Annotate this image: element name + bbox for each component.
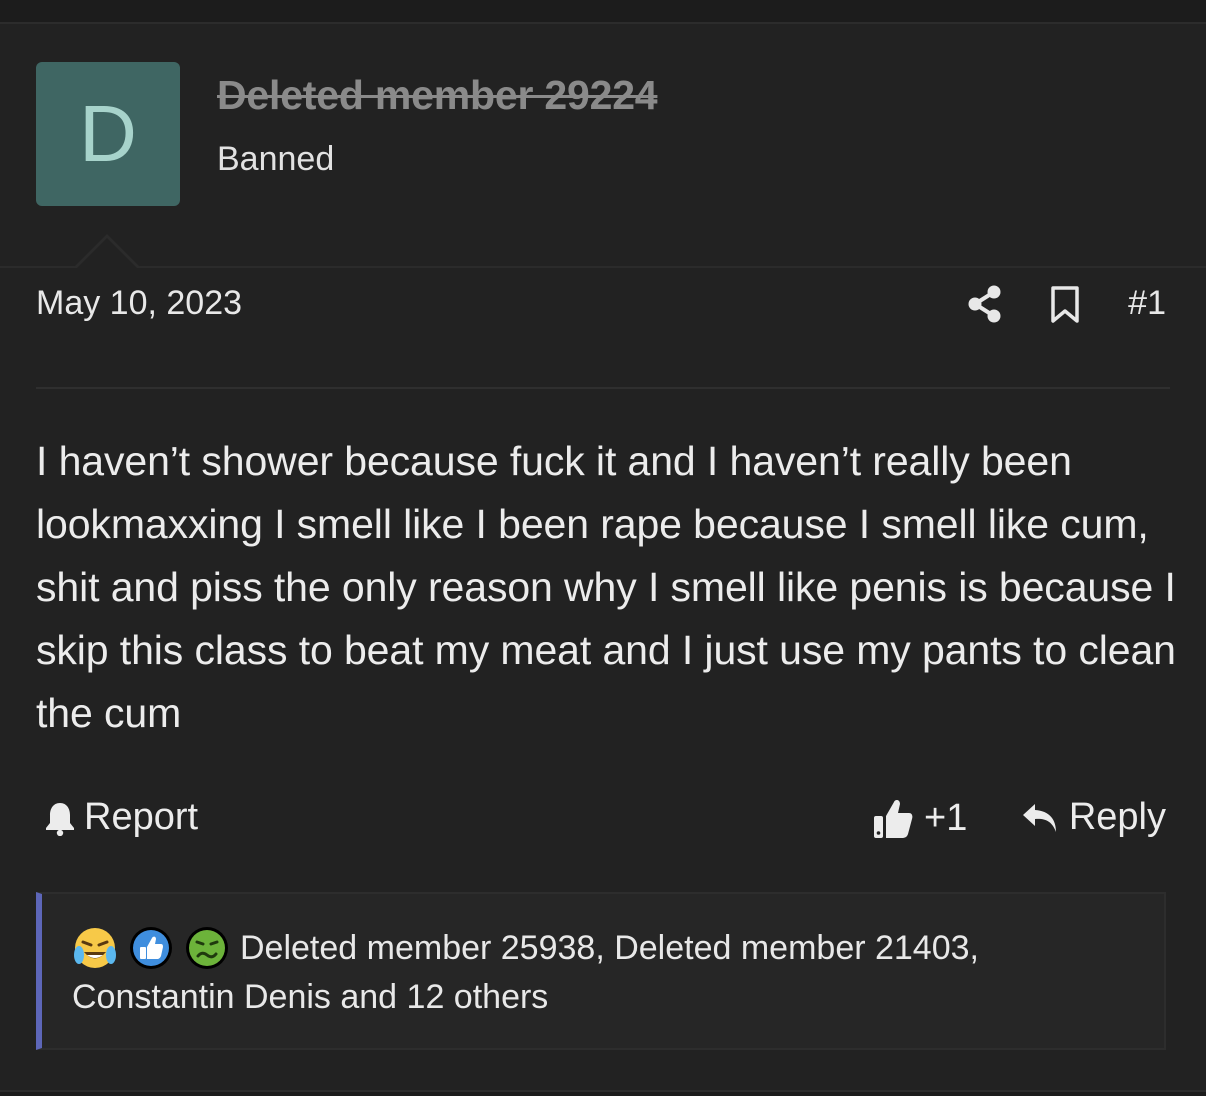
reactions-summary: Deleted member 25938, Deleted member 214… bbox=[72, 924, 1142, 1022]
post-meta-row: May 10, 2023 #1 bbox=[36, 284, 1170, 328]
post-number[interactable]: #1 bbox=[1128, 284, 1166, 323]
report-button[interactable]: Report bbox=[44, 796, 198, 839]
post-actions: Report +1 Reply bbox=[36, 794, 1170, 844]
crying-laughing-emoji-icon[interactable] bbox=[72, 925, 118, 971]
bookmark-icon[interactable] bbox=[1050, 286, 1080, 324]
reply-label: Reply bbox=[1068, 796, 1166, 838]
thumbs-up-emoji-icon[interactable] bbox=[128, 925, 174, 971]
post-date[interactable]: May 10, 2023 bbox=[36, 284, 242, 323]
thumbs-up-icon bbox=[874, 799, 913, 838]
report-label: Report bbox=[84, 796, 199, 838]
post-user-block: D Deleted member 29224 Banned bbox=[0, 24, 1206, 268]
post-divider bbox=[36, 387, 1170, 389]
like-button[interactable]: +1 bbox=[872, 796, 967, 840]
avatar-letter: D bbox=[79, 89, 137, 178]
message-body: I haven’t shower because fuck it and I h… bbox=[36, 438, 1176, 736]
nauseated-emoji-icon[interactable] bbox=[184, 925, 230, 971]
like-label: +1 bbox=[924, 796, 968, 839]
reactions-bar: Deleted member 25938, Deleted member 214… bbox=[36, 892, 1166, 1050]
bell-icon bbox=[46, 802, 74, 836]
share-icon[interactable] bbox=[966, 284, 1004, 324]
post-container: D Deleted member 29224 Banned May 10, 20… bbox=[0, 22, 1206, 1092]
user-title: Banned bbox=[217, 140, 335, 178]
username[interactable]: Deleted member 29224 bbox=[217, 72, 658, 119]
avatar[interactable]: D bbox=[36, 62, 180, 206]
reply-button[interactable]: Reply bbox=[1021, 796, 1166, 839]
reply-icon bbox=[1022, 803, 1056, 832]
user-block-pointer-fill bbox=[77, 238, 137, 268]
